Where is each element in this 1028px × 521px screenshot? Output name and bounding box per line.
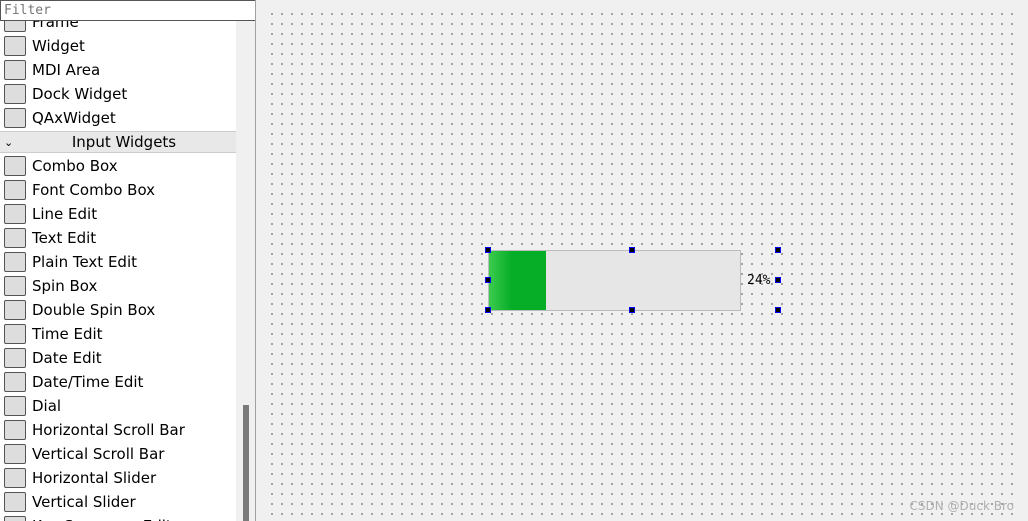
widget-list-item[interactable]: Plain Text Edit — [0, 250, 236, 274]
vertical-scrollbar[interactable] — [236, 0, 255, 521]
date-edit-icon — [4, 348, 26, 368]
widget-item-label: Text Edit — [32, 229, 97, 247]
widget-list-item[interactable]: QAxWidget — [0, 106, 236, 130]
widget-list-item[interactable]: Vertical Scroll Bar — [0, 442, 236, 466]
category-input-widgets[interactable]: ⌄ Input Widgets — [0, 131, 236, 153]
resize-handle[interactable] — [629, 247, 635, 253]
progress-bar[interactable] — [488, 250, 741, 311]
widget-list-item[interactable]: Time Edit — [0, 322, 236, 346]
resize-handle[interactable] — [775, 247, 781, 253]
vertical-slider-icon — [4, 492, 26, 512]
widget-item-label: Spin Box — [32, 277, 98, 295]
widget-list-item[interactable]: Horizontal Slider — [0, 466, 236, 490]
widget-list-item[interactable]: Text Edit — [0, 226, 236, 250]
widget-item-label: Widget — [32, 37, 85, 55]
plain-text-edit-icon — [4, 252, 26, 272]
widget-item-label: Combo Box — [32, 157, 118, 175]
progress-fill — [489, 251, 547, 310]
widget-list-item[interactable]: Combo Box — [0, 154, 236, 178]
widget-item-label: Line Edit — [32, 205, 98, 223]
horizontal-slider-icon — [4, 468, 26, 488]
combo-box-icon — [4, 156, 26, 176]
widget-item-label: Vertical Slider — [32, 493, 136, 511]
vertical-scroll-bar-icon — [4, 444, 26, 464]
widget-list-item[interactable]: Horizontal Scroll Bar — [0, 418, 236, 442]
widget-item-label: Key Sequence Edit — [32, 517, 172, 521]
widget-item-label: MDI Area — [32, 61, 101, 79]
qaxwidget-icon — [4, 108, 26, 128]
widget-item-label: Date Edit — [32, 349, 102, 367]
resize-handle[interactable] — [775, 277, 781, 283]
widget-item-label: Dock Widget — [32, 85, 128, 103]
widget-item-label: Dial — [32, 397, 62, 415]
double-spin-box-icon — [4, 300, 26, 320]
dock-widget-icon — [4, 84, 26, 104]
widget-list-item[interactable]: Vertical Slider — [0, 490, 236, 514]
watermark: CSDN @Duck Bro — [909, 499, 1014, 513]
widget-list-item[interactable]: Date/Time Edit — [0, 370, 236, 394]
progress-text: 24% — [747, 273, 771, 288]
widget-item-label: Vertical Scroll Bar — [32, 445, 165, 463]
time-edit-icon — [4, 324, 26, 344]
widget-list-item[interactable]: Dock Widget — [0, 82, 236, 106]
line-edit-icon — [4, 204, 26, 224]
filter-input[interactable] — [0, 0, 255, 21]
widget-list-item[interactable]: Spin Box — [0, 274, 236, 298]
font-combo-box-icon — [4, 180, 26, 200]
widget-list-item[interactable]: Date Edit — [0, 346, 236, 370]
widget-item-label: Plain Text Edit — [32, 253, 137, 271]
spin-box-icon — [4, 276, 26, 296]
resize-handle[interactable] — [775, 307, 781, 313]
resize-handle[interactable] — [485, 277, 491, 283]
widget-item-label: Horizontal Scroll Bar — [32, 421, 185, 439]
widget-list-item[interactable]: Double Spin Box — [0, 298, 236, 322]
resize-handle[interactable] — [485, 247, 491, 253]
widget-list-item[interactable]: Line Edit — [0, 202, 236, 226]
horizontal-scroll-bar-icon — [4, 420, 26, 440]
widget-list-item[interactable]: Widget — [0, 34, 236, 58]
resize-handle[interactable] — [629, 307, 635, 313]
mdi-area-icon — [4, 60, 26, 80]
widget-item-label: Double Spin Box — [32, 301, 156, 319]
category-label: Input Widgets — [71, 133, 177, 151]
widget-item-label: Horizontal Slider — [32, 469, 157, 487]
dial-icon — [4, 396, 26, 416]
widget-list-item[interactable]: MDI Area — [0, 58, 236, 82]
chevron-down-icon: ⌄ — [4, 135, 14, 149]
key-sequence-edit-icon — [4, 516, 26, 521]
widget-list: Frame Widget MDI Area Dock Widget QAxWidget ⌄… — [0, 10, 236, 521]
widget-box-panel: FrameWidgetMDI AreaDock WidgetQAxWidget⌄… — [0, 0, 256, 521]
widget-icon — [4, 36, 26, 56]
datetime-edit-icon — [4, 372, 26, 392]
text-edit-icon — [4, 228, 26, 248]
widget-list-item[interactable]: Dial — [0, 394, 236, 418]
widget-item-label: Font Combo Box — [32, 181, 156, 199]
widget-list-item[interactable]: Font Combo Box — [0, 178, 236, 202]
widget-item-label: QAxWidget — [32, 109, 116, 127]
widget-list-item[interactable]: Key Sequence Edit — [0, 514, 236, 521]
widget-item-label: Time Edit — [32, 325, 103, 343]
resize-handle[interactable] — [485, 307, 491, 313]
scrollbar-thumb[interactable] — [243, 405, 249, 521]
widget-item-label: Date/Time Edit — [32, 373, 144, 391]
